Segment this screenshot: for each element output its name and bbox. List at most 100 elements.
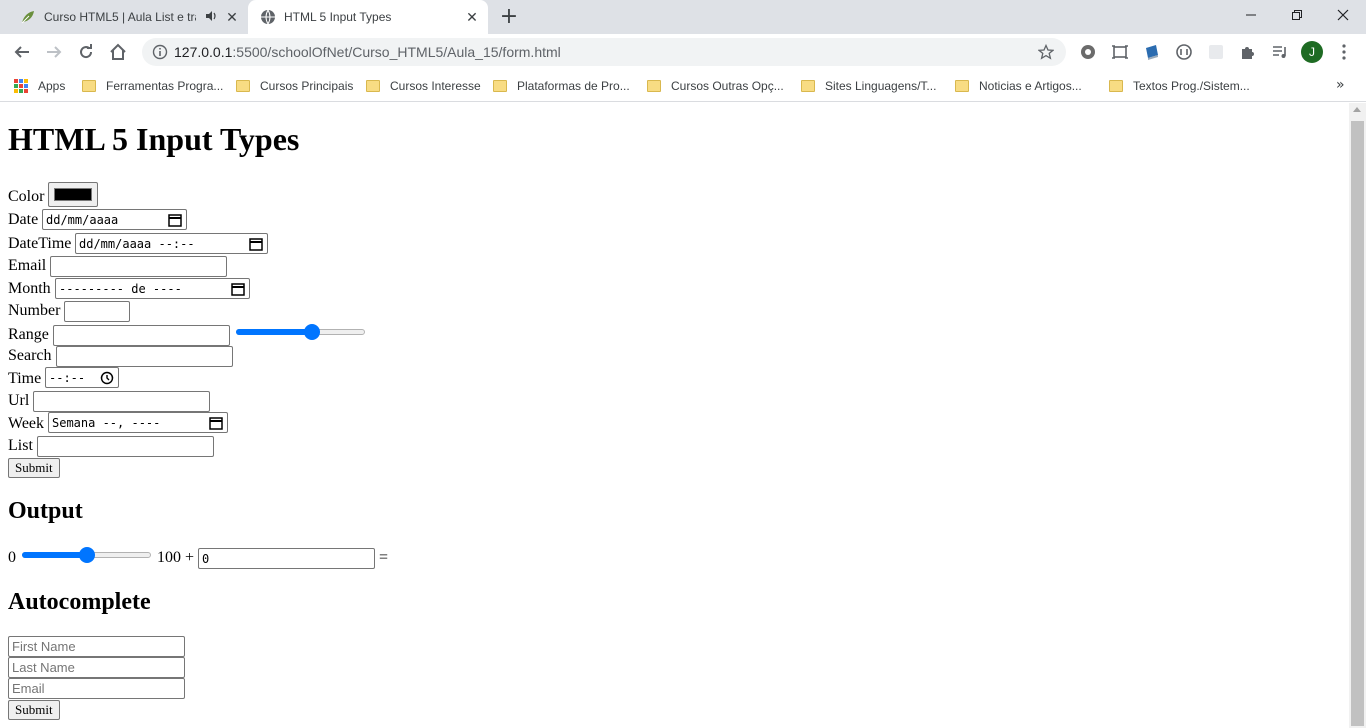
time-input[interactable]: --:-- [45,367,119,388]
output-left-value: 0 [8,549,16,566]
folder-icon [955,80,969,92]
star-icon[interactable] [1038,44,1054,60]
clock-icon[interactable] [100,371,114,385]
close-icon [1337,9,1349,21]
output-number-value: 0 [202,551,210,566]
calendar-icon[interactable] [231,282,245,296]
number-input[interactable] [64,301,130,322]
date-value: dd/mm/aaaa [46,212,119,227]
profile-avatar[interactable]: J [1301,41,1323,63]
extension-gear-icon[interactable] [1078,42,1098,62]
tab-html5-input-types[interactable]: HTML 5 Input Types ✕ [248,0,488,34]
tab-title: Curso HTML5 | Aula List e tra [44,10,196,24]
new-tab-button[interactable]: + [498,6,520,29]
vertical-scrollbar[interactable] [1349,103,1366,728]
bookmark-folder[interactable]: Cursos Outras Opç... [647,77,784,95]
menu-button[interactable] [1334,42,1354,62]
scrollbar-thumb[interactable] [1351,121,1364,726]
output-number-input[interactable]: 0 [198,548,375,569]
bookmark-label: Ferramentas Progra... [106,79,224,93]
week-input[interactable]: Semana --, ---- [48,412,228,433]
restore-icon [1292,10,1302,20]
month-input[interactable]: --------- de ---- [55,278,250,299]
home-icon [110,43,126,60]
list-input[interactable] [37,436,214,457]
range-fill [236,329,312,335]
screenshot-extension-icon[interactable] [1110,42,1130,62]
bookmarks-bar: Apps Ferramentas Progra... Cursos Princi… [0,70,1366,102]
reload-button[interactable] [74,40,98,64]
autocomplete-submit-button[interactable]: Submit [8,700,60,720]
calendar-icon[interactable] [209,416,223,430]
color-picker[interactable] [48,182,98,207]
time-label: Time [8,370,42,387]
search-input[interactable] [56,346,233,367]
bookmark-folder[interactable]: Noticias e Artigos... [955,77,1082,95]
bookmark-label: Cursos Interesse [390,79,481,93]
first-name-input[interactable]: First Name [8,636,185,657]
scroll-up-arrow-icon[interactable] [1353,107,1361,112]
bookmark-folder[interactable]: Cursos Principais [236,77,353,95]
submit-button[interactable]: Submit [8,458,60,478]
home-button[interactable] [106,40,130,64]
date-input[interactable]: dd/mm/aaaa [42,209,187,230]
range-text-input[interactable] [53,325,230,346]
last-name-input[interactable]: Last Name [8,657,185,678]
tab-title: HTML 5 Input Types [284,10,392,24]
page-title: HTML 5 Input Types [8,121,300,157]
calendar-icon[interactable] [249,237,263,251]
apps-grid-icon [14,79,28,93]
bookmark-folder[interactable]: Plataformas de Pro... [493,77,630,95]
url-label: Url [8,392,30,409]
email-label: Email [8,257,47,274]
close-window-button[interactable] [1320,0,1366,30]
bookmark-folder[interactable]: Ferramentas Progra... [82,77,223,95]
reload-icon [80,44,93,59]
bookmark-folder[interactable]: Cursos Interesse [366,77,481,95]
bookmark-folder[interactable]: Sites Linguagens/T... [801,77,936,95]
folder-icon [236,80,250,92]
week-label: Week [8,415,45,432]
forward-button[interactable] [42,40,66,64]
bookmark-apps[interactable]: Apps [14,77,65,95]
range-label: Range [8,326,49,343]
email-input[interactable] [50,256,227,277]
back-button[interactable] [10,40,34,64]
puzzle-icon[interactable] [1238,42,1258,62]
blank-extension-icon[interactable] [1206,42,1226,62]
bookmark-label: Cursos Principais [260,79,354,93]
list-label: List [8,437,33,454]
minimize-button[interactable] [1228,0,1274,30]
bookmarks-overflow-button[interactable]: » [1336,77,1345,93]
url-input[interactable] [33,391,210,412]
bookmark-label: Plataformas de Pro... [517,79,630,93]
output-equals: = [379,549,389,566]
datetime-input[interactable]: dd/mm/aaaa --:-- [75,233,268,254]
address-bar[interactable]: 127.0.0.1:5500/schoolOfNet/Curso_HTML5/A… [142,38,1066,66]
info-icon[interactable] [152,44,168,60]
folder-icon [1109,80,1123,92]
arrow-left-icon [14,46,29,58]
output-range-slider[interactable] [22,547,151,563]
range-thumb[interactable] [304,324,320,340]
email-autocomplete-input[interactable]: Email [8,678,185,699]
sync-extension-icon[interactable] [1174,42,1194,62]
close-tab-icon[interactable]: ✕ [224,9,240,25]
last-name-placeholder: Last Name [12,660,75,675]
tab-strip: Curso HTML5 | Aula List e tra ✕ HTML 5 I… [0,0,1366,34]
media-playlist-icon[interactable] [1270,42,1290,62]
url-text[interactable]: 127.0.0.1:5500/schoolOfNet/Curso_HTML5/A… [174,44,561,60]
speaker-icon[interactable] [204,9,218,23]
restore-button[interactable] [1274,0,1320,30]
month-label: Month [8,280,51,297]
range-slider[interactable] [236,324,365,340]
search-label: Search [8,347,52,364]
close-tab-icon[interactable]: ✕ [464,9,480,25]
calendar-icon[interactable] [168,213,182,227]
tab-curso-html5[interactable]: Curso HTML5 | Aula List e tra ✕ [8,0,248,34]
range-thumb[interactable] [79,547,95,563]
page-viewport: HTML 5 Input Types Color Date dd/mm/aaaa… [0,103,1349,728]
book-extension-icon[interactable] [1142,42,1162,62]
number-label: Number [8,302,61,319]
bookmark-folder[interactable]: Textos Prog./Sistem... [1109,77,1250,95]
